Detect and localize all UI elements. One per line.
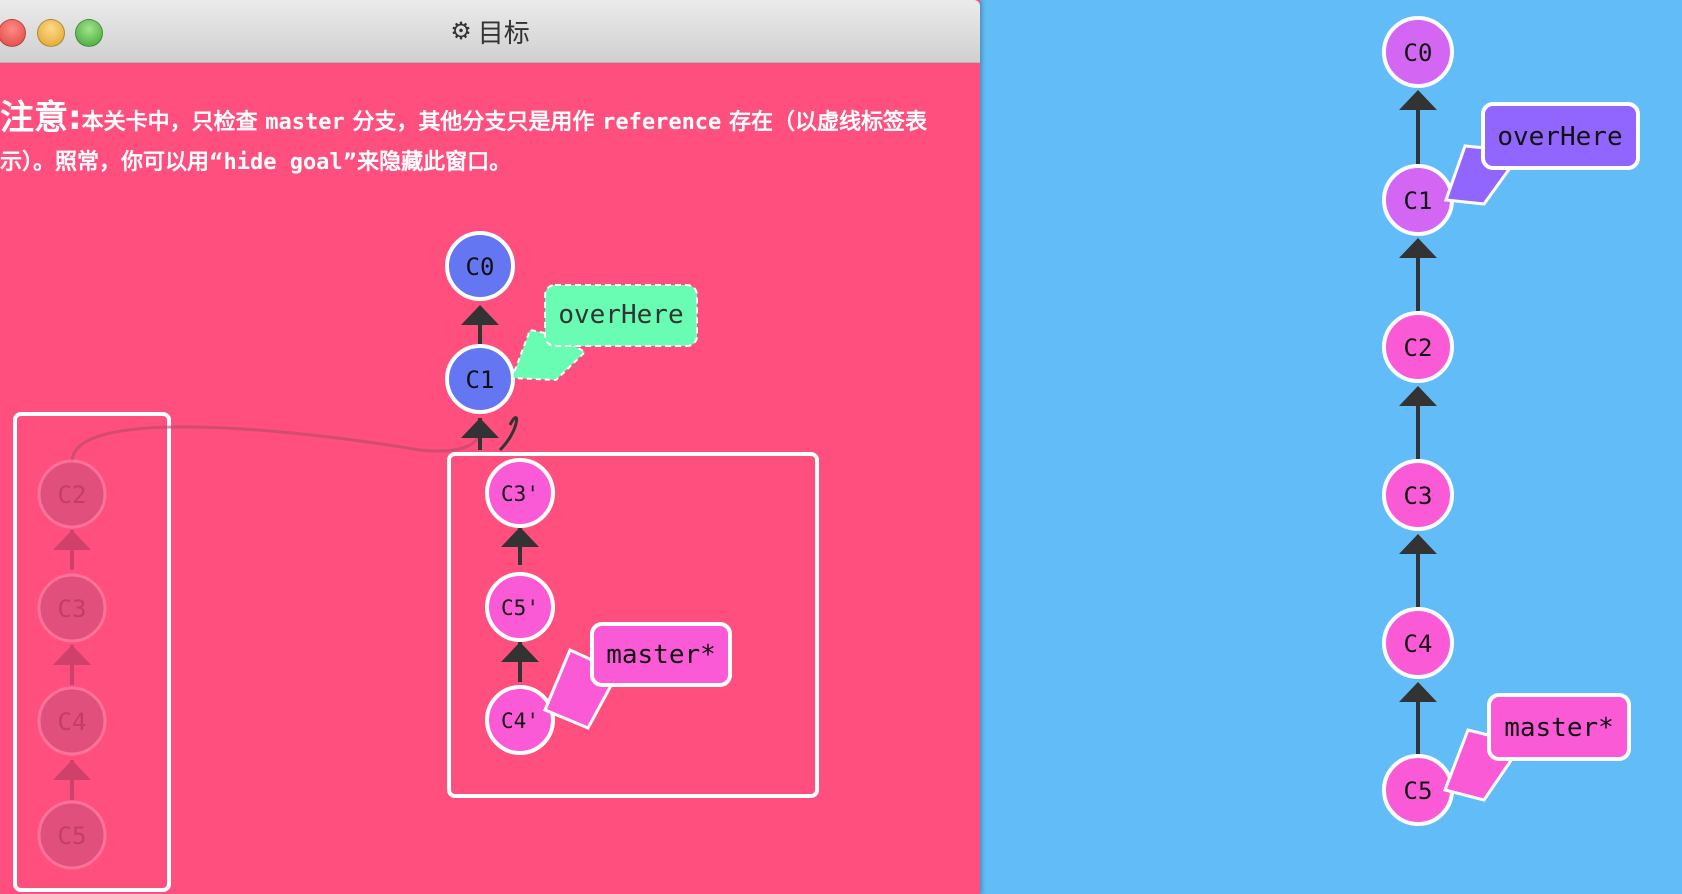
- ghost-arrow-c3-c2: [53, 530, 91, 550]
- branch-overhere-arrow: [1443, 144, 1513, 206]
- arrow-head-c5-c4: [1399, 682, 1437, 702]
- ghost-commit-c4-label: C4: [58, 708, 87, 736]
- commit-c5-label: C5: [1404, 777, 1433, 805]
- commit-c0-label: C0: [1404, 39, 1433, 67]
- goal-branch-master-label: master*: [606, 640, 716, 670]
- goal-tree-canvas: C2 C3 C4 C5 C0 C1 C3' C5' C4' overHere m…: [13, 231, 819, 892]
- branch-overhere-label: overHere: [1497, 122, 1622, 152]
- arrow-head-c5p-c3p: [501, 527, 539, 547]
- edge-loop: [498, 416, 519, 452]
- branch-master-arrow: [1442, 728, 1516, 802]
- arrow-head-c3p-c1: [461, 418, 499, 438]
- branch-master-label: master*: [1504, 713, 1614, 743]
- goal-commit-c4-prime-label: C4': [501, 709, 539, 733]
- branch-overhere[interactable]: [1481, 102, 1640, 170]
- arrow-head-c3-c2: [1399, 386, 1437, 406]
- goal-commit-c1-label: C1: [466, 366, 495, 394]
- branch-master[interactable]: [1487, 693, 1631, 761]
- ghost-curve-edge: [70, 425, 482, 463]
- arrow-head-c4-c3: [1399, 534, 1437, 554]
- arrow-head-c1-c0: [1399, 90, 1437, 110]
- commit-c3[interactable]: [1382, 459, 1454, 531]
- ghost-arrow-c4-c3: [53, 645, 91, 665]
- ghost-arrow-c5-c4: [53, 760, 91, 780]
- ghost-commit-c2-label: C2: [58, 481, 87, 509]
- commit-c4-label: C4: [1404, 630, 1433, 658]
- commit-c5[interactable]: [1382, 754, 1454, 826]
- commit-c2[interactable]: [1382, 311, 1454, 383]
- goal-branch-overhere-label: overHere: [558, 300, 683, 330]
- arrow-head-c1-c0: [461, 305, 499, 325]
- goal-commit-c5-prime-label: C5': [501, 596, 539, 620]
- goal-window: ⚙ 目标 注意:本关卡中，只检查 master 分支，其他分支只是用作 refe…: [0, 0, 980, 894]
- ghost-commit-c5-label: C5: [58, 822, 87, 850]
- goal-commit-c0-label: C0: [466, 253, 495, 281]
- commit-c3-label: C3: [1404, 482, 1433, 510]
- arrow-head-c2-c1: [1399, 238, 1437, 258]
- ghost-commit-c3-label: C3: [58, 595, 87, 623]
- commit-c1-label: C1: [1404, 187, 1433, 215]
- goal-commit-c3-prime-label: C3': [501, 482, 539, 506]
- commit-c1[interactable]: [1382, 164, 1454, 236]
- commit-c0[interactable]: [1382, 16, 1454, 88]
- commit-c2-label: C2: [1404, 334, 1433, 362]
- arrow-head-c4p-c5p: [501, 642, 539, 662]
- commit-c4[interactable]: [1382, 607, 1454, 679]
